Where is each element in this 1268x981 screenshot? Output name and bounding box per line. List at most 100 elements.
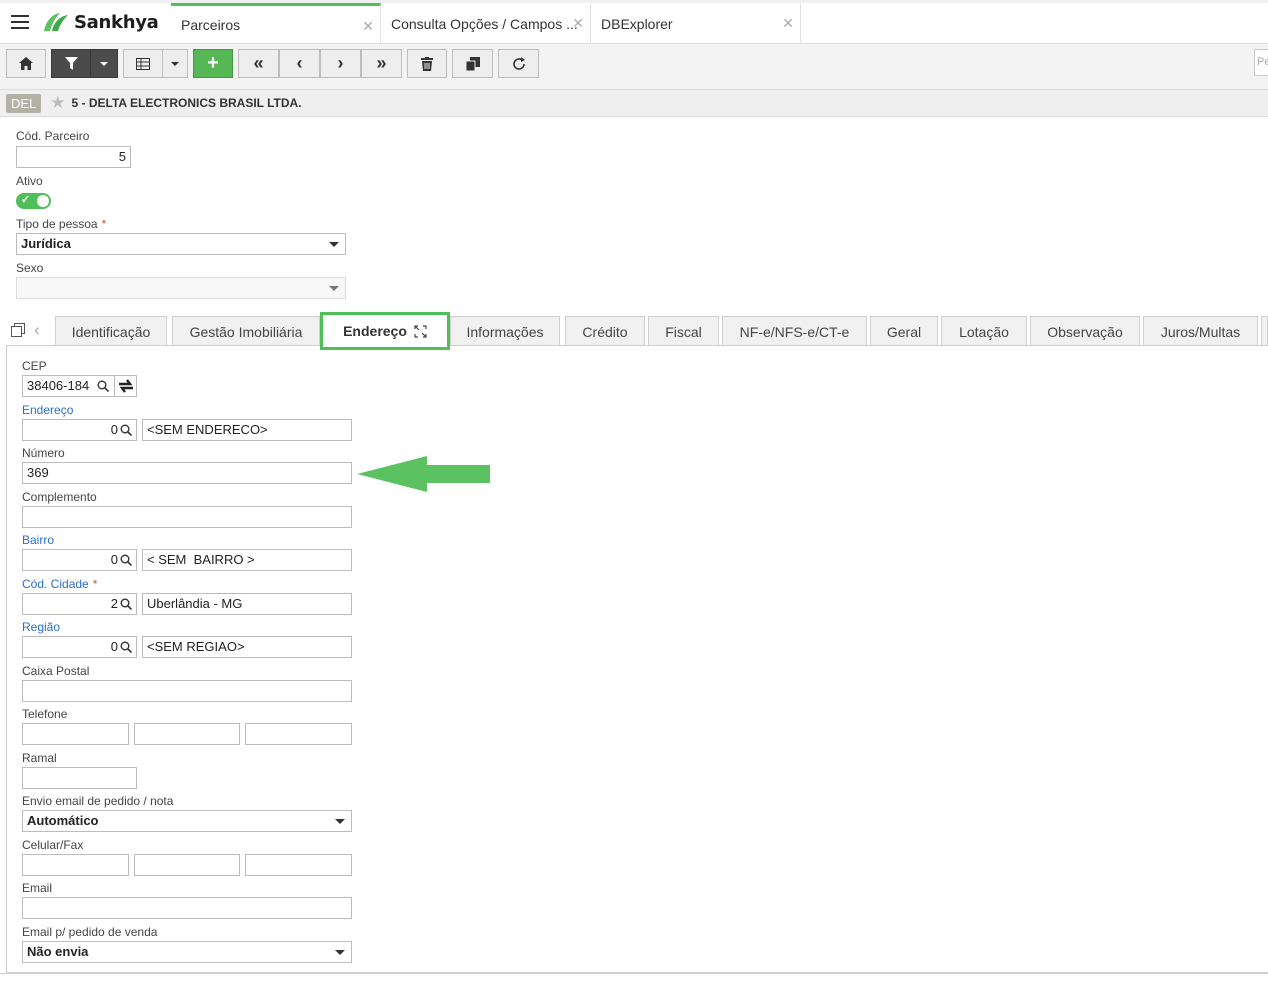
close-icon[interactable]: ✕: [782, 15, 794, 32]
add-button[interactable]: +: [193, 49, 233, 78]
top-bar: Sankhya Parceiros ✕ Consulta Opções / Ca…: [0, 0, 1268, 44]
ativo-toggle[interactable]: ✓: [16, 193, 51, 209]
home-icon: [19, 57, 33, 70]
view-dropdown-button[interactable]: [162, 49, 188, 78]
tab-juros-multas[interactable]: Juros/Multas: [1143, 316, 1258, 346]
telefone-extra-field[interactable]: [245, 723, 352, 745]
cep-label: CEP: [22, 359, 47, 373]
caixa-postal-field[interactable]: [22, 680, 352, 702]
swap-arrows-icon: [118, 379, 133, 393]
envio-email-select[interactable]: Automático: [22, 810, 352, 832]
tab-parceiros[interactable]: Parceiros ✕: [171, 3, 381, 44]
search-icon[interactable]: [97, 380, 109, 392]
grid-view-button[interactable]: [123, 49, 163, 78]
tab-credito[interactable]: Crédito: [565, 316, 645, 346]
endereco-label[interactable]: Endereço: [22, 403, 73, 417]
search-icon[interactable]: [120, 598, 132, 610]
record-title: 5 - DELTA ELECTRONICS BRASIL LTDA.: [71, 96, 302, 110]
expand-icon[interactable]: [414, 324, 427, 338]
close-icon[interactable]: ✕: [572, 15, 584, 32]
tab-fiscal[interactable]: Fiscal: [648, 316, 719, 346]
cod-parceiro-label: Cód. Parceiro: [16, 129, 90, 143]
ramal-label: Ramal: [22, 751, 57, 765]
tab-dbexplorer[interactable]: DBExplorer ✕: [591, 3, 801, 44]
envio-email-label: Envio email de pedido / nota: [22, 794, 174, 808]
regiao-label[interactable]: Região: [22, 620, 60, 634]
search-icon[interactable]: [120, 641, 132, 653]
cod-parceiro-field[interactable]: 5: [16, 146, 131, 168]
previous-record-button[interactable]: ‹: [279, 49, 320, 78]
tab-label: Parceiros: [181, 17, 241, 33]
ativo-label: Ativo: [16, 174, 43, 188]
refresh-button[interactable]: [498, 49, 539, 78]
sankhya-leaf-icon: [44, 13, 68, 31]
record-badge: DEL: [6, 93, 42, 113]
tab-label: DBExplorer: [601, 15, 673, 32]
tab-consulta-opcoes[interactable]: Consulta Opções / Campos ... ✕: [381, 3, 591, 44]
delete-button[interactable]: [407, 49, 447, 78]
search-icon[interactable]: [120, 424, 132, 436]
tab-lotacao[interactable]: Lotação: [941, 316, 1027, 346]
email-field[interactable]: [22, 897, 352, 919]
tab-observacao[interactable]: Observação: [1030, 316, 1140, 346]
duplicate-button[interactable]: [452, 49, 493, 78]
home-button[interactable]: [6, 49, 46, 78]
tab-more[interactable]: [1261, 316, 1268, 346]
tab-identificacao[interactable]: Identificação: [55, 316, 167, 346]
chevron-down-icon: [329, 242, 339, 247]
tab-gestao-imobiliaria[interactable]: Gestão Imobiliária: [172, 316, 320, 346]
tab-informacoes[interactable]: Informações: [450, 316, 560, 346]
annotation-arrow-icon: [357, 456, 490, 492]
tab-label: Endereço: [343, 323, 407, 339]
tab-geral[interactable]: Geral: [870, 316, 938, 346]
brand-name: Sankhya: [74, 11, 159, 33]
tab-nfe[interactable]: NF-e/NFS-e/CT-e: [722, 316, 867, 346]
table-icon: [136, 57, 150, 70]
tab-label: Consulta Opções / Campos ...: [391, 15, 578, 32]
close-icon[interactable]: ✕: [362, 18, 374, 35]
email-pedido-select[interactable]: Não envia: [22, 941, 352, 963]
caret-down-icon: [100, 61, 108, 66]
celular-extra-field[interactable]: [245, 854, 352, 876]
cidade-desc-field: Uberlândia - MG: [142, 593, 352, 615]
next-record-button[interactable]: ›: [320, 49, 361, 78]
plus-icon: +: [207, 52, 219, 74]
last-record-button[interactable]: »: [361, 49, 402, 78]
search-input[interactable]: Pe: [1254, 49, 1268, 76]
email-pedido-label: Email p/ pedido de venda: [22, 925, 158, 939]
filter-button[interactable]: [51, 49, 91, 78]
duplicate-view-icon[interactable]: [11, 323, 25, 340]
cep-lookup-button[interactable]: [114, 375, 137, 397]
detail-tabs: ‹ Identificação Gestão Imobiliária Ender…: [0, 310, 1268, 350]
numero-field[interactable]: 369: [22, 462, 352, 484]
telefone-ddd-field[interactable]: [22, 723, 129, 745]
ramal-field[interactable]: [22, 767, 137, 789]
brand-logo: Sankhya: [42, 10, 159, 34]
celular-number-field[interactable]: [134, 854, 240, 876]
chevron-left-icon: ‹: [296, 53, 303, 73]
bairro-label[interactable]: Bairro: [22, 533, 54, 547]
filter-icon: [64, 57, 78, 70]
tipo-pessoa-label: Tipo de pessoa *: [16, 217, 107, 231]
menu-icon[interactable]: [11, 15, 29, 29]
numero-label: Número: [22, 446, 65, 460]
complemento-field[interactable]: [22, 506, 352, 528]
first-record-button[interactable]: «: [238, 49, 279, 78]
tipo-pessoa-select[interactable]: Jurídica: [16, 233, 346, 255]
chevron-down-icon: [329, 286, 339, 291]
telefone-number-field[interactable]: [134, 723, 240, 745]
celular-ddd-field[interactable]: [22, 854, 129, 876]
sexo-select[interactable]: [16, 277, 346, 299]
search-icon[interactable]: [120, 554, 132, 566]
tab-endereco[interactable]: Endereço: [320, 312, 450, 350]
cidade-label[interactable]: Cód. Cidade *: [22, 577, 97, 591]
chevron-left-icon[interactable]: ‹: [34, 320, 40, 340]
regiao-desc-field: <SEM REGIAO>: [142, 636, 352, 658]
bottom-edge: [0, 973, 1268, 981]
complemento-label: Complemento: [22, 490, 97, 504]
star-icon[interactable]: ★: [50, 93, 65, 113]
chevron-down-icon: [335, 819, 345, 824]
chevron-right-icon: ›: [337, 53, 344, 73]
filter-dropdown-button[interactable]: [90, 49, 118, 78]
double-chevron-left-icon: «: [253, 53, 264, 73]
